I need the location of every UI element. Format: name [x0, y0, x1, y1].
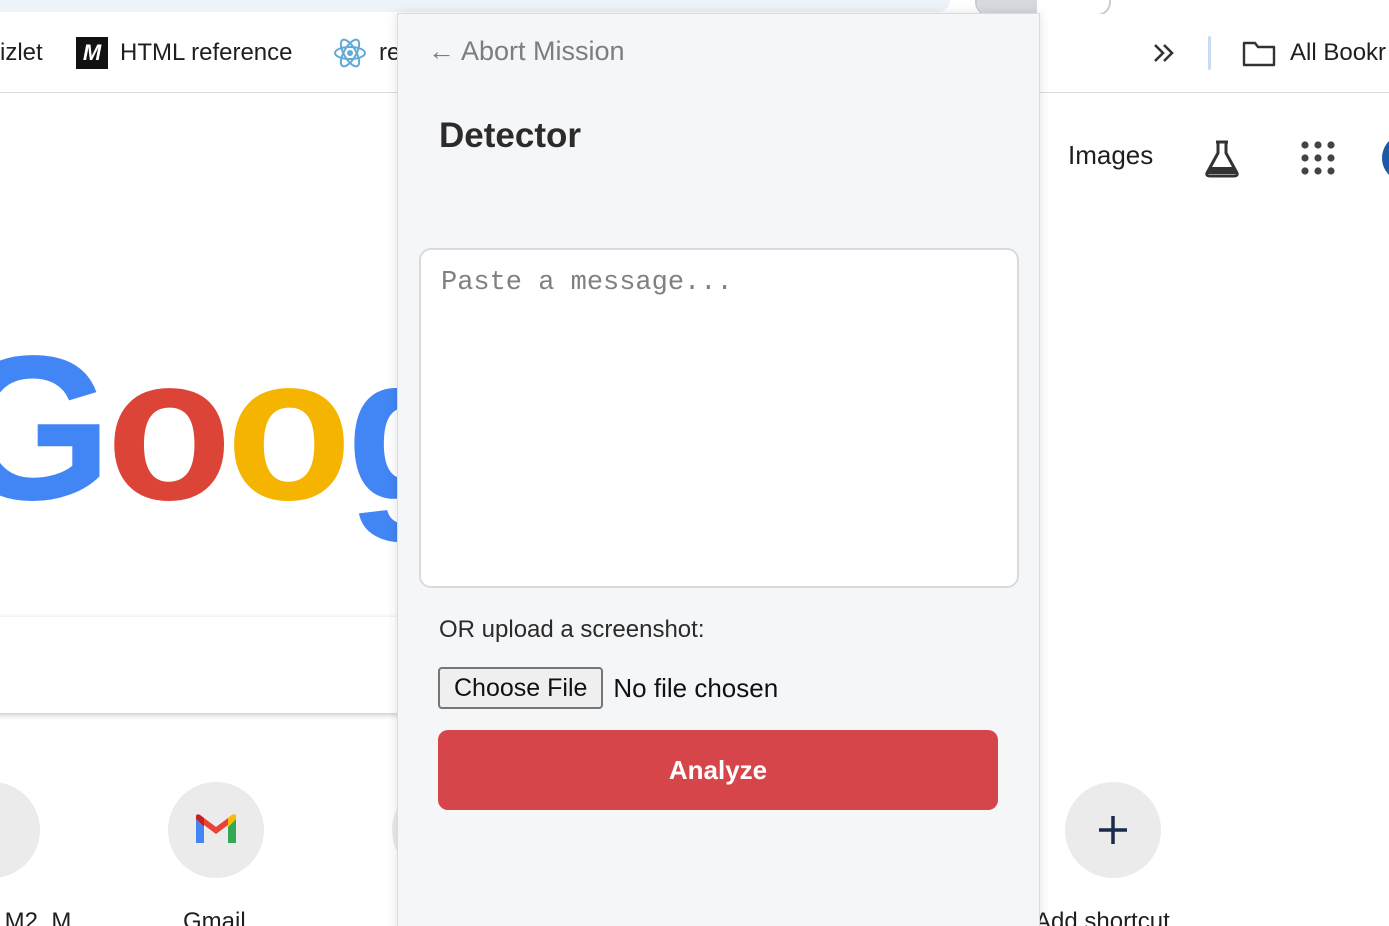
google-logo-letter: o: [106, 313, 232, 543]
more-bookmarks-chevron-icon[interactable]: [1150, 38, 1178, 68]
abort-mission-link[interactable]: ← Abort Mission: [428, 36, 625, 67]
all-bookmarks-folder[interactable]: All Bookr: [1242, 38, 1386, 68]
shortcut-tile[interactable]: [0, 782, 40, 878]
back-label: Abort Mission: [461, 36, 625, 66]
message-input[interactable]: [419, 248, 1019, 588]
back-arrow-icon: ←: [428, 36, 455, 66]
red-app-icon: [0, 810, 7, 850]
bookmark-quizlet[interactable]: izlet: [0, 38, 43, 68]
add-shortcut-button[interactable]: [1065, 782, 1161, 878]
analyze-button[interactable]: Analyze: [438, 730, 998, 810]
bookmark-html-reference[interactable]: M HTML reference: [76, 37, 293, 69]
popup-title: Detector: [439, 116, 581, 155]
account-avatar[interactable]: [1382, 134, 1389, 182]
google-search-box[interactable]: [0, 617, 430, 713]
plus-icon: [1099, 816, 1127, 844]
address-bar-strip[interactable]: [0, 0, 950, 12]
google-logo-letter: G: [0, 313, 112, 543]
upload-label: OR upload a screenshot:: [439, 616, 705, 643]
bookmark-label: All Bookr: [1290, 39, 1387, 66]
images-link[interactable]: Images: [1068, 140, 1153, 171]
shortcut-label: Add shortcut: [1035, 908, 1170, 926]
shortcut-label: l, M2, M: [0, 908, 72, 926]
labs-flask-icon[interactable]: [1200, 136, 1244, 180]
google-apps-icon[interactable]: [1300, 140, 1336, 176]
bookmark-label: HTML reference: [120, 39, 293, 66]
folder-icon: [1242, 41, 1276, 67]
react-icon: [334, 38, 366, 68]
choose-file-button[interactable]: Choose File: [438, 667, 604, 709]
shortcut-gmail[interactable]: [168, 782, 264, 878]
google-logo-letter: o: [226, 313, 352, 543]
bookmark-label: izlet: [0, 39, 43, 66]
file-upload-control: Choose File No file chosen: [438, 667, 778, 709]
mdn-icon: M: [76, 37, 108, 69]
file-status: No file chosen: [613, 672, 779, 703]
bookmarks-divider: [1208, 36, 1211, 70]
bookmark-react[interactable]: re: [333, 38, 400, 68]
shortcut-label: Gmail: [183, 908, 246, 926]
detector-popup: ← Abort Mission Detector OR upload a scr…: [397, 13, 1040, 926]
gmail-icon: [196, 814, 236, 843]
